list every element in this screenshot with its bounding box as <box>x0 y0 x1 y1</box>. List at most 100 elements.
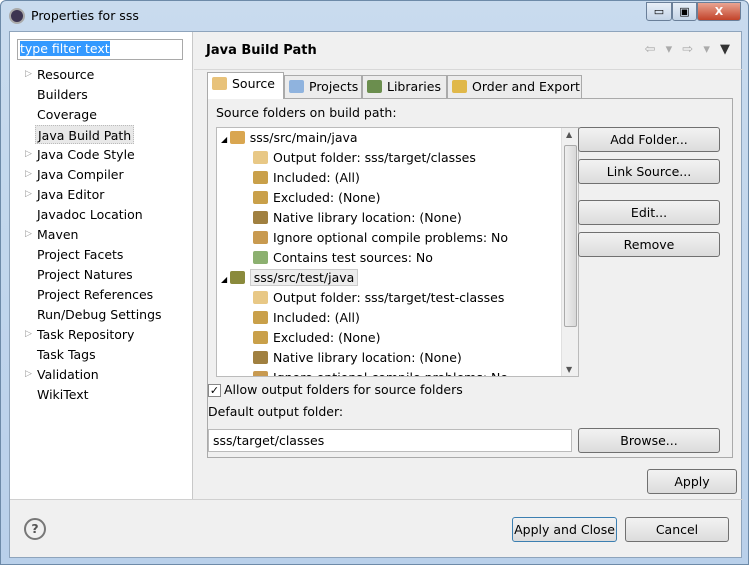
expand-arrow-icon[interactable]: ▷ <box>25 149 32 159</box>
tree-item[interactable]: Output folder: sss/target/test-classes <box>253 288 504 308</box>
nav-item[interactable]: Project Facets <box>37 245 123 264</box>
test-source-folder-icon <box>229 271 245 284</box>
nav-item[interactable]: Validation <box>37 365 99 384</box>
tree-item-label: sss/src/test/java <box>249 269 359 286</box>
allow-output-checkbox[interactable]: ✓ Allow output folders for source folder… <box>208 382 508 400</box>
eclipse-icon <box>9 8 25 24</box>
tab-order-export[interactable]: Order and Export <box>447 75 582 98</box>
tab-label: Order and Export <box>472 79 580 94</box>
nav-item[interactable]: Resource <box>37 65 94 84</box>
nav-item[interactable]: Run/Debug Settings <box>37 305 162 324</box>
nav-item[interactable]: Java Code Style <box>37 145 135 164</box>
tree-item-label: Contains test sources: No <box>273 250 433 265</box>
nav-item[interactable]: Task Repository <box>37 325 134 344</box>
ignore-problems-icon <box>253 371 268 376</box>
nav-item[interactable]: Task Tags <box>37 345 96 364</box>
nav-item[interactable]: Javadoc Location <box>37 205 143 224</box>
scroll-down-icon[interactable]: ▼ <box>566 365 572 374</box>
expand-arrow-icon[interactable]: ▷ <box>25 369 32 379</box>
scroll-thumb[interactable] <box>564 145 577 327</box>
link-source-button[interactable]: Link Source... <box>578 159 720 184</box>
tree-item-label: Included: (All) <box>273 310 360 325</box>
output-folder-icon <box>253 151 268 164</box>
remove-button[interactable]: Remove <box>578 232 720 257</box>
page-area: Java Build Path ⇦ ▾ ⇨ ▾ ▼ Source Project… <box>194 32 743 499</box>
checkbox-checked-icon[interactable]: ✓ <box>208 384 221 397</box>
projects-icon <box>289 80 304 93</box>
source-tab-panel: Source folders on build path: ◢ sss/src/… <box>207 98 733 458</box>
nav-item[interactable]: Builders <box>37 85 88 104</box>
tree-item[interactable]: Native library location: (None) <box>253 348 462 368</box>
nav-item[interactable]: Coverage <box>37 105 97 124</box>
output-folder-icon <box>253 291 268 304</box>
source-folder-node[interactable]: ◢ sss/src/test/java <box>221 268 359 288</box>
tree-item-label: Excluded: (None) <box>273 330 381 345</box>
nav-item[interactable]: Java Compiler <box>37 165 124 184</box>
expand-arrow-icon[interactable]: ▷ <box>25 229 32 239</box>
maximize-button[interactable]: ▣ <box>672 2 697 21</box>
nav-item[interactable]: Project References <box>37 285 153 304</box>
collapse-arrow-icon[interactable]: ◢ <box>221 275 230 284</box>
apply-and-close-button[interactable]: Apply and Close <box>512 517 617 542</box>
tree-item[interactable]: Included: (All) <box>253 168 360 188</box>
collapse-arrow-icon[interactable]: ◢ <box>221 135 230 144</box>
tree-item-label: Native library location: (None) <box>273 350 462 365</box>
libraries-icon <box>367 80 382 93</box>
order-export-icon <box>452 80 467 93</box>
ignore-problems-icon <box>253 231 268 244</box>
nav-item[interactable]: Java Editor <box>37 185 104 204</box>
page-navigation: ⇦ ▾ ⇨ ▾ ▼ <box>645 42 733 57</box>
minimize-button[interactable]: ▭ <box>646 2 672 21</box>
close-button[interactable]: X <box>697 2 741 21</box>
test-sources-icon <box>253 251 268 264</box>
tree-item[interactable]: Contains test sources: No <box>253 248 433 268</box>
divider <box>194 69 743 70</box>
source-folders-label: Source folders on build path: <box>216 105 397 120</box>
dialog-body: type filter text ▷ Resource Builders Covera… <box>9 31 743 558</box>
inclusion-filter-icon <box>253 171 268 184</box>
nav-item[interactable]: Java Build Path <box>35 125 135 144</box>
tab-source[interactable]: Source <box>207 72 284 99</box>
expand-arrow-icon[interactable]: ▷ <box>25 329 32 339</box>
apply-button[interactable]: Apply <box>647 469 737 494</box>
tree-item[interactable]: Excluded: (None) <box>253 188 380 208</box>
scroll-up-icon[interactable]: ▲ <box>566 130 572 139</box>
expand-arrow-icon[interactable]: ▷ <box>25 69 32 79</box>
expand-arrow-icon[interactable]: ▷ <box>25 189 32 199</box>
tab-projects[interactable]: Projects <box>284 75 362 98</box>
source-folder-node[interactable]: ◢ sss/src/main/java <box>221 128 358 148</box>
filter-text: type filter text <box>20 41 110 56</box>
tree-item[interactable]: Included: (All) <box>253 308 360 328</box>
help-icon[interactable]: ? <box>24 518 46 540</box>
cancel-button[interactable]: Cancel <box>625 517 729 542</box>
tree-item[interactable]: Output folder: sss/target/classes <box>253 148 476 168</box>
tree-item-label: sss/src/main/java <box>249 130 358 145</box>
tree-scrollbar[interactable]: ▲ ▼ <box>561 128 578 376</box>
edit-button[interactable]: Edit... <box>578 200 720 225</box>
tab-libraries[interactable]: Libraries <box>362 75 447 98</box>
tree-item-label: Ignore optional compile problems: No <box>273 230 509 245</box>
tree-item-label: Native library location: (None) <box>273 210 462 225</box>
back-button[interactable]: ⇦ ▾ <box>645 42 676 57</box>
native-library-icon <box>253 211 268 224</box>
forward-button[interactable]: ⇨ ▾ <box>682 42 713 57</box>
tree-item[interactable]: Excluded: (None) <box>253 328 380 348</box>
tree-item[interactable]: Ignore optional compile problems: No <box>253 228 508 248</box>
expand-arrow-icon[interactable]: ▷ <box>25 169 32 179</box>
browse-button[interactable]: Browse... <box>578 428 720 453</box>
nav-item[interactable]: Project Natures <box>37 265 133 284</box>
source-folders-tree[interactable]: ◢ sss/src/main/java Output folder: sss/ta… <box>216 127 579 377</box>
default-output-input[interactable]: sss/target/classes <box>208 429 572 452</box>
view-menu-button[interactable]: ▼ <box>720 42 733 57</box>
tree-item[interactable]: Native library location: (None) <box>253 208 462 228</box>
nav-item[interactable]: WikiText <box>37 385 89 404</box>
tree-item-label: Excluded: (None) <box>273 190 381 205</box>
source-folder-icon <box>229 131 245 144</box>
nav-item[interactable]: Maven <box>37 225 78 244</box>
window-title: Properties for sss <box>31 8 139 23</box>
exclusion-filter-icon <box>253 331 268 344</box>
filter-input[interactable]: type filter text <box>17 39 183 60</box>
exclusion-filter-icon <box>253 191 268 204</box>
tree-item[interactable]: Ignore optional compile problems: No <box>253 368 508 376</box>
add-folder-button[interactable]: Add Folder... <box>578 127 720 152</box>
